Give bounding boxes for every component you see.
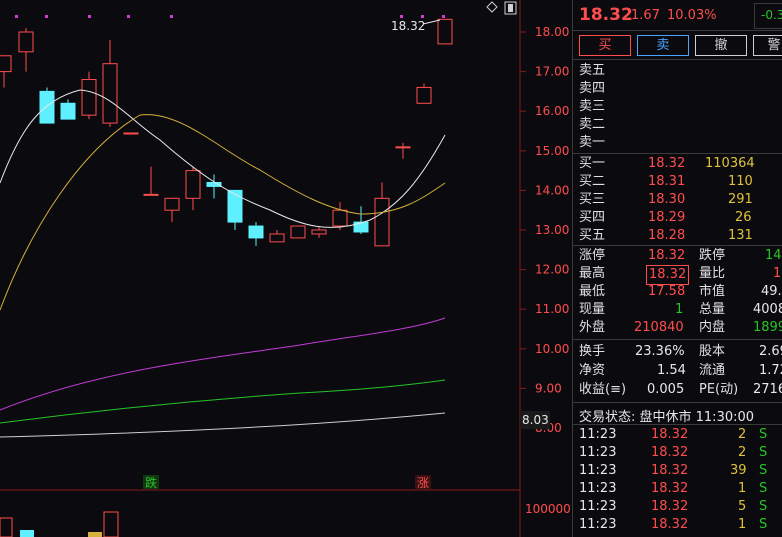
candle-body — [269, 233, 285, 243]
candle-body — [39, 90, 55, 124]
ask-row[interactable]: 卖五 — [573, 62, 782, 80]
order-buttons: 买 卖 撤 警 — [573, 31, 782, 60]
candle-body — [353, 221, 369, 233]
quote-header: 18.32 1.67 10.03% -0.33 — [573, 0, 782, 31]
stats-row: 换手 23.36% 股本 2.69 — [579, 344, 782, 359]
price-axis-tick: 15.00 — [535, 144, 569, 158]
tick-row: 11:23 18.32 1 S — [579, 481, 768, 496]
current-price-label: 8.03 — [522, 413, 549, 427]
price-change-pct: 10.03% — [667, 8, 717, 23]
candle-body — [227, 189, 243, 223]
stats-row: 收益(≡) 0.005 PE(动) 2716 — [579, 382, 782, 397]
price-axis-tick: 13.00 — [535, 223, 569, 237]
candle-body — [60, 102, 76, 120]
bid-row[interactable]: 买二 18.31 110 — [573, 173, 782, 191]
bid-row[interactable]: 买四 18.29 26 — [573, 209, 782, 227]
kline-chart[interactable]: 18.00 17.00 16.00 15.00 14.00 13.00 12.00 11.00… — [0, 0, 572, 537]
candle-body — [395, 146, 411, 149]
candle-body — [416, 86, 432, 104]
price-axis-tick: 17.00 — [535, 65, 569, 79]
candle-body — [123, 132, 139, 135]
price-axis-tick: 10.00 — [535, 342, 569, 356]
tick-row: 11:23 18.32 39 S — [579, 463, 768, 478]
candle-body — [143, 193, 159, 196]
trade-status: 交易状态: 盘中休市 11:30:00 — [579, 410, 755, 425]
side-value: -0.33 — [761, 8, 782, 22]
candle-body — [81, 79, 97, 116]
tick-row: 11:23 18.32 5 S — [579, 499, 768, 514]
last-price: 18.32 — [579, 5, 633, 25]
bid-row[interactable]: 买一 18.32 110364 — [573, 155, 782, 173]
candle-body — [374, 197, 390, 247]
candle-body — [437, 18, 453, 45]
candle-body — [332, 209, 348, 227]
price-axis-tick: 11.00 — [535, 302, 569, 316]
price-axis-tick: 16.00 — [535, 104, 569, 118]
candle-body — [185, 170, 201, 199]
buy-button[interactable]: 买 — [579, 35, 631, 56]
marker-down: 跌 — [145, 475, 157, 490]
tick-row: 11:23 18.32 2 S — [579, 427, 768, 442]
ask-row[interactable]: 卖一 — [573, 134, 782, 152]
candle-body — [102, 63, 118, 124]
stats-row: 现量 1 总量 4008 — [579, 302, 782, 317]
sell-button[interactable]: 卖 — [637, 35, 689, 56]
candle-body — [290, 225, 306, 239]
stats-row: 最高 18.32 量比 1 — [573, 265, 782, 285]
candle-body — [0, 55, 12, 73]
tick-row: 11:23 18.32 2 S — [579, 445, 768, 460]
price-change: 1.67 — [631, 8, 660, 23]
stats-row: 净资 1.54 流通 1.72 — [579, 363, 782, 378]
bid-row[interactable]: 买三 18.30 291 — [573, 191, 782, 209]
ask-row[interactable]: 卖三 — [573, 98, 782, 116]
stats-row: 涨停 18.32 跌停 14 — [579, 248, 782, 263]
price-axis-tick: 9.00 — [535, 381, 562, 395]
candle-body — [248, 225, 264, 239]
price-axis-tick: 12.00 — [535, 263, 569, 277]
ask-row[interactable]: 卖四 — [573, 80, 782, 98]
side-value-box: -0.33 — [754, 3, 782, 29]
candle-body — [18, 31, 34, 53]
stats-row: 外盘 210840 内盘 1899 — [579, 320, 782, 335]
ask-row[interactable]: 卖二 — [573, 116, 782, 134]
cancel-button[interactable]: 撤 — [695, 35, 747, 56]
quote-panel: 18.32 1.67 10.03% -0.33 买 卖 撤 警 卖五 卖四 卖三… — [572, 0, 782, 537]
price-axis: 18.00 17.00 16.00 15.00 14.00 13.00 12.00 11.00… — [520, 25, 569, 435]
marker-up: 涨 — [417, 475, 429, 490]
stats-row: 最低 17.58 市值 49.2 — [579, 284, 782, 299]
last-price-tag: 18.32 — [391, 19, 425, 33]
candle-body — [164, 197, 180, 211]
bid-row[interactable]: 买五 18.28 131 — [573, 227, 782, 245]
price-axis-tick: 14.00 — [535, 183, 569, 197]
price-axis-tick: 18.00 — [535, 25, 569, 39]
candle-body — [311, 229, 327, 235]
volume-axis-label: 100000 — [525, 502, 571, 516]
tick-row: 11:23 18.32 1 S — [579, 517, 768, 532]
alert-button[interactable]: 警 — [753, 35, 782, 56]
